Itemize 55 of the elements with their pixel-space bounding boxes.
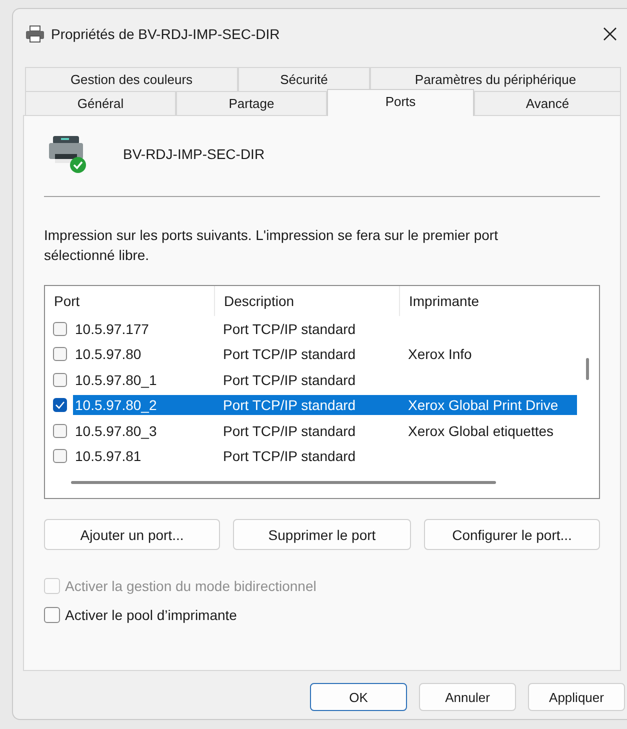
dialog-button[interactable]: Annuler	[419, 683, 516, 711]
dialog-button[interactable]: OK	[310, 683, 407, 711]
table-cell: Xerox Info	[408, 346, 472, 362]
checkbox-label: Activer la gestion du mode bidirectionnel	[65, 578, 316, 594]
tab[interactable]: Paramètres du périphérique	[370, 67, 621, 91]
ports-list[interactable]	[44, 285, 600, 499]
printer-name: BV-RDJ-IMP-SEC-DIR	[123, 146, 265, 162]
table-cell: 10.5.97.80_1	[75, 372, 157, 388]
printer-icon	[25, 25, 45, 43]
close-icon[interactable]	[603, 27, 617, 41]
list-row[interactable]: 10.5.97.81 Port TCP/IP standard	[73, 446, 577, 466]
checkbox[interactable]	[53, 322, 67, 336]
checkbox[interactable]	[53, 372, 67, 387]
tab[interactable]: Ports	[327, 89, 474, 116]
table-cell: 10.5.97.80	[75, 346, 142, 362]
instructions-text: Impression sur les ports suivants. L'impression se fera sur le premier port sélectionné libre.	[44, 226, 499, 265]
printer-ready-icon	[47, 134, 89, 174]
port-button[interactable]: Supprimer le port	[233, 519, 411, 550]
list-row[interactable]: 10.5.97.177 Port TCP/IP standard	[73, 318, 577, 339]
table-cell: Port TCP/IP standard	[223, 320, 356, 337]
column-header[interactable]: Port	[45, 286, 215, 316]
table-cell: 10.5.97.177	[75, 320, 149, 337]
checkbox[interactable]	[53, 347, 67, 362]
table-cell: Port TCP/IP standard	[223, 397, 356, 414]
list-row[interactable]: 10.5.97.80 Port TCP/IP standard Xerox Info	[73, 344, 577, 364]
table-cell: 10.5.97.80_2	[75, 397, 157, 414]
table-cell: Port TCP/IP standard	[223, 448, 356, 464]
checkbox[interactable]	[53, 398, 67, 412]
table-cell: Port TCP/IP standard	[223, 372, 356, 388]
tab[interactable]: Gestion des couleurs	[25, 67, 238, 91]
table-cell: Port TCP/IP standard	[223, 422, 356, 439]
vertical-scrollbar-thumb[interactable]	[586, 358, 589, 380]
checkbox[interactable]	[53, 449, 67, 464]
table-cell: 10.5.97.81	[75, 448, 142, 464]
checkbox[interactable]	[44, 607, 60, 623]
checkbox[interactable]	[53, 424, 67, 438]
horizontal-scrollbar-thumb[interactable]	[71, 481, 496, 484]
tab[interactable]: Avancé	[474, 91, 621, 115]
window-title: Propriétés de BV-RDJ-IMP-SEC-DIR	[51, 26, 281, 42]
list-row[interactable]: 10.5.97.80_3 Port TCP/IP standard Xerox Global etiquettes	[73, 420, 577, 441]
selected-row[interactable]: 10.5.97.80_2 Port TCP/IP standard Xerox Global Print Drive	[73, 395, 577, 416]
port-button[interactable]: Ajouter un port...	[44, 519, 220, 550]
tab[interactable]: Général	[25, 91, 176, 115]
column-header[interactable]: Imprimante	[400, 286, 560, 316]
dialog-button[interactable]: Appliquer	[528, 683, 625, 711]
table-cell: Xerox Global Print Drive	[408, 397, 558, 414]
list-row[interactable]: 10.5.97.80_1 Port TCP/IP standard	[73, 370, 577, 390]
tab[interactable]: Partage	[176, 91, 327, 115]
checkbox-label[interactable]: Activer le pool d’imprimante	[65, 607, 237, 623]
table-cell: 10.5.97.80_3	[75, 422, 157, 439]
port-button[interactable]: Configurer le port...	[424, 519, 600, 550]
table-cell: Xerox Global etiquettes	[408, 422, 554, 439]
column-header[interactable]: Description	[215, 286, 400, 316]
tab[interactable]: Sécurité	[238, 67, 370, 91]
table-cell: Port TCP/IP standard	[223, 346, 356, 362]
